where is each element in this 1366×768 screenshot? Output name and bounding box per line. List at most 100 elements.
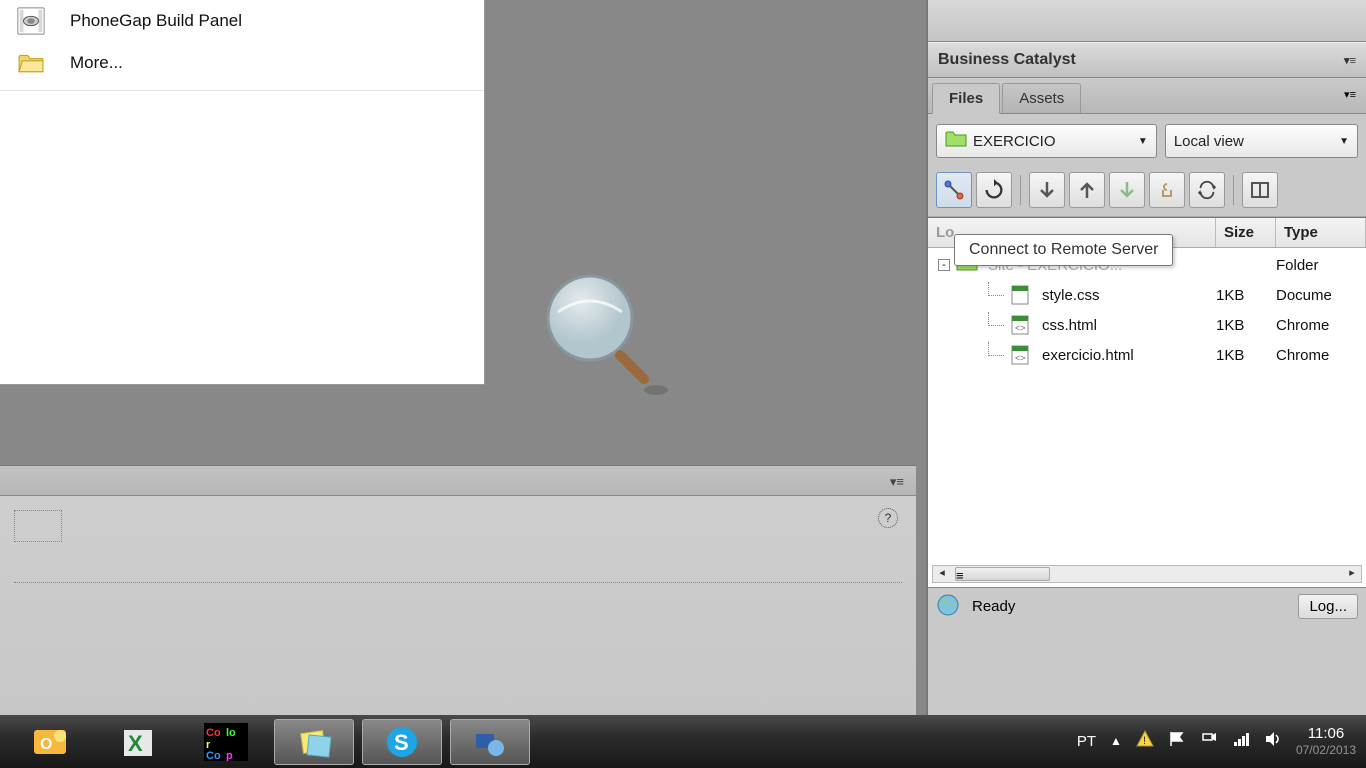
horizontal-scrollbar[interactable]: ◂ ≡ ▸ (932, 565, 1362, 583)
extensions-menu-panel: PhoneGap Build Panel More... (0, 0, 485, 385)
svg-text:lo: lo (226, 727, 236, 739)
menu-item-phonegap[interactable]: PhoneGap Build Panel (0, 0, 484, 42)
right-panels: Business Catalyst ▾≡ Files Assets ▾≡ EXE… (926, 0, 1366, 715)
svg-text:X: X (128, 731, 143, 756)
language-indicator[interactable]: PT (1077, 733, 1096, 750)
files-status-bar: Ready Log... (928, 587, 1366, 625)
log-button[interactable]: Log... (1298, 594, 1358, 619)
date-text: 07/02/2013 (1296, 743, 1356, 757)
clock[interactable]: 11:06 07/02/2013 (1296, 725, 1356, 757)
menu-separator (0, 90, 484, 91)
cell-size: 1KB (1216, 287, 1276, 304)
divider-line (14, 582, 902, 583)
chevron-down-icon: ▼ (1339, 136, 1349, 147)
table-row[interactable]: <> exercicio.html 1KB Chrome (928, 340, 1366, 370)
col-header-size[interactable]: Size (1216, 218, 1276, 247)
cell-name: style.css (1042, 287, 1100, 304)
tree-line (988, 312, 1004, 326)
system-tray: PT ▲ ! 11:06 07/02/2013 (1077, 725, 1356, 757)
refresh-button[interactable] (976, 172, 1012, 208)
menu-item-more[interactable]: More... (0, 42, 484, 84)
expand-button[interactable] (1242, 172, 1278, 208)
cell-size: 1KB (1216, 347, 1276, 364)
folder-icon (16, 48, 46, 78)
power-icon[interactable] (1200, 730, 1218, 752)
magnifier-icon (540, 270, 670, 413)
panel-title: Business Catalyst (938, 51, 1076, 69)
windows-taskbar: O X ColorCop S PT ▲ ! 11:06 07/0 (0, 715, 1366, 768)
tooltip-text: Connect to Remote Server (969, 241, 1158, 258)
checkin-button[interactable] (1149, 172, 1185, 208)
upload-button[interactable] (1069, 172, 1105, 208)
taskbar-app[interactable] (450, 719, 530, 765)
svg-text:<>: <> (1015, 323, 1026, 333)
html-file-icon: <> (1010, 344, 1032, 366)
svg-text:Co: Co (206, 727, 221, 739)
files-assets-tabs: Files Assets ▾≡ (928, 78, 1366, 114)
svg-text:!: ! (1143, 735, 1146, 747)
files-toolbar (928, 168, 1366, 217)
network-icon[interactable] (1232, 730, 1250, 752)
checkout-button[interactable] (1109, 172, 1145, 208)
html-file-icon: <> (1010, 314, 1032, 336)
time-text: 11:06 (1296, 725, 1356, 743)
scroll-left-icon[interactable]: ◂ (933, 566, 951, 582)
cell-name: css.html (1042, 317, 1097, 334)
panel-business-catalyst[interactable]: Business Catalyst ▾≡ (928, 42, 1366, 78)
panel-menu-icon[interactable]: ▾≡ (1344, 54, 1356, 67)
menu-item-label: More... (70, 53, 123, 73)
view-dropdown[interactable]: Local view ▼ (1165, 124, 1358, 158)
sync-button[interactable] (1189, 172, 1225, 208)
connect-button[interactable] (936, 172, 972, 208)
taskbar-excel[interactable]: X (98, 719, 178, 765)
tree-line (988, 282, 1004, 296)
toolbar-separator (1233, 175, 1234, 205)
tree-line (988, 342, 1004, 356)
files-table: Lo Size Type Connect to Remote Server - … (928, 217, 1366, 587)
folder-icon (945, 130, 967, 152)
download-button[interactable] (1029, 172, 1065, 208)
taskbar-colorcop[interactable]: ColorCop (186, 719, 266, 765)
css-file-icon (1010, 284, 1032, 306)
table-row[interactable]: style.css 1KB Docume (928, 280, 1366, 310)
cell-type: Chrome (1276, 347, 1366, 364)
tab-files[interactable]: Files (932, 83, 1000, 114)
tab-label: Assets (1019, 90, 1064, 107)
status-text: Ready (972, 598, 1015, 615)
empty-placeholder (14, 510, 62, 542)
menu-item-label: PhoneGap Build Panel (70, 11, 242, 31)
tray-chevron-up-icon[interactable]: ▲ (1110, 734, 1122, 748)
cell-type: Folder (1276, 257, 1366, 274)
dropdown-value: EXERCICIO (973, 133, 1056, 150)
tab-label: Files (949, 90, 983, 107)
alert-icon[interactable]: ! (1136, 730, 1154, 752)
svg-text:S: S (394, 730, 409, 755)
tab-assets[interactable]: Assets (1002, 83, 1081, 113)
help-icon[interactable]: ? (878, 508, 898, 528)
files-selectors: EXERCICIO ▼ Local view ▼ (928, 114, 1366, 168)
chevron-down-icon: ▼ (1138, 136, 1148, 147)
flag-icon[interactable] (1168, 730, 1186, 752)
collapse-icon[interactable]: - (938, 259, 950, 271)
tooltip: Connect to Remote Server (954, 234, 1173, 266)
panel-menu-icon[interactable]: ▾≡ (1344, 88, 1356, 101)
taskbar-sticky-notes[interactable] (274, 719, 354, 765)
site-dropdown[interactable]: EXERCICIO ▼ (936, 124, 1157, 158)
svg-text:p: p (226, 750, 233, 761)
panel-menu-icon[interactable]: ▾≡ (890, 474, 904, 490)
dropdown-value: Local view (1174, 133, 1244, 150)
table-row[interactable]: <> css.html 1KB Chrome (928, 310, 1366, 340)
taskbar-outlook[interactable]: O (10, 719, 90, 765)
scroll-right-icon[interactable]: ▸ (1343, 566, 1361, 582)
volume-icon[interactable] (1264, 730, 1282, 752)
cell-name: exercicio.html (1042, 347, 1134, 364)
svg-text:Co: Co (206, 750, 221, 761)
globe-icon (936, 593, 960, 621)
panel-header: ▾≡ (0, 466, 916, 496)
panel-group-topbar (928, 0, 1366, 42)
col-header-type[interactable]: Type (1276, 218, 1366, 247)
taskbar-skype[interactable]: S (362, 719, 442, 765)
cell-type: Chrome (1276, 317, 1366, 334)
scroll-thumb[interactable]: ≡ (955, 567, 1050, 581)
properties-panel: ▾≡ ? (0, 465, 916, 715)
